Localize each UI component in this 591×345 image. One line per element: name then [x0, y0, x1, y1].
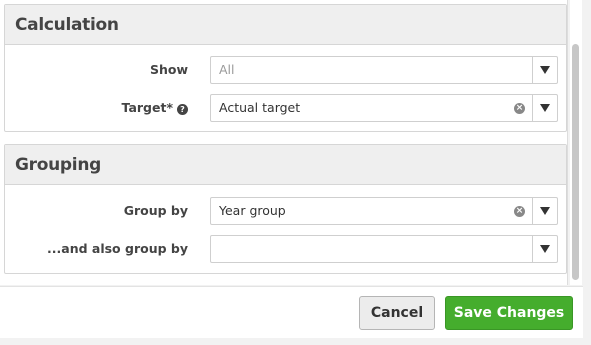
calculation-header: Calculation	[5, 5, 566, 45]
show-select[interactable]: All	[210, 56, 558, 84]
group-by-dropdown-arrow[interactable]	[532, 198, 557, 224]
show-placeholder: All	[219, 62, 235, 77]
grouping-section: Grouping Group by Year group × ...and al…	[4, 144, 567, 274]
clear-icon[interactable]: ×	[514, 103, 525, 114]
scrollbar[interactable]	[570, 0, 582, 285]
cancel-button[interactable]: Cancel	[359, 296, 435, 330]
target-row: Target*? Actual target ×	[5, 94, 566, 122]
target-value: Actual target	[219, 100, 301, 115]
chevron-down-icon	[540, 245, 550, 253]
group-by-row: Group by Year group ×	[5, 197, 566, 225]
modal-body: Calculation Show All Target*? Actual tar…	[0, 0, 568, 285]
target-dropdown-arrow[interactable]	[532, 95, 557, 121]
target-select[interactable]: Actual target ×	[210, 94, 558, 122]
section-title: Grouping	[15, 154, 101, 175]
target-label: Target*?	[122, 94, 188, 122]
also-group-by-dropdown-arrow[interactable]	[532, 236, 557, 262]
clear-icon[interactable]: ×	[514, 206, 525, 217]
question-circle-icon[interactable]: ?	[177, 104, 188, 115]
chevron-down-icon	[540, 104, 550, 112]
save-changes-button[interactable]: Save Changes	[445, 296, 573, 330]
group-by-value: Year group	[219, 203, 286, 218]
also-group-by-select[interactable]	[210, 235, 558, 263]
chevron-down-icon	[540, 66, 550, 74]
target-label-text: Target*	[121, 100, 173, 115]
chevron-down-icon	[540, 207, 550, 215]
also-group-by-row: ...and also group by	[5, 235, 566, 263]
modal-footer: Cancel Save Changes	[0, 286, 583, 338]
show-label: Show	[149, 62, 188, 77]
section-title: Calculation	[15, 14, 119, 35]
show-dropdown-arrow[interactable]	[532, 57, 557, 83]
show-row: Show All	[5, 56, 566, 84]
group-by-label: Group by	[123, 203, 188, 218]
group-by-select[interactable]: Year group ×	[210, 197, 558, 225]
also-group-by-label: ...and also group by	[47, 241, 188, 256]
grouping-header: Grouping	[5, 145, 566, 185]
scrollbar-thumb[interactable]	[572, 44, 579, 280]
calculation-section: Calculation Show All Target*? Actual tar…	[4, 4, 567, 132]
